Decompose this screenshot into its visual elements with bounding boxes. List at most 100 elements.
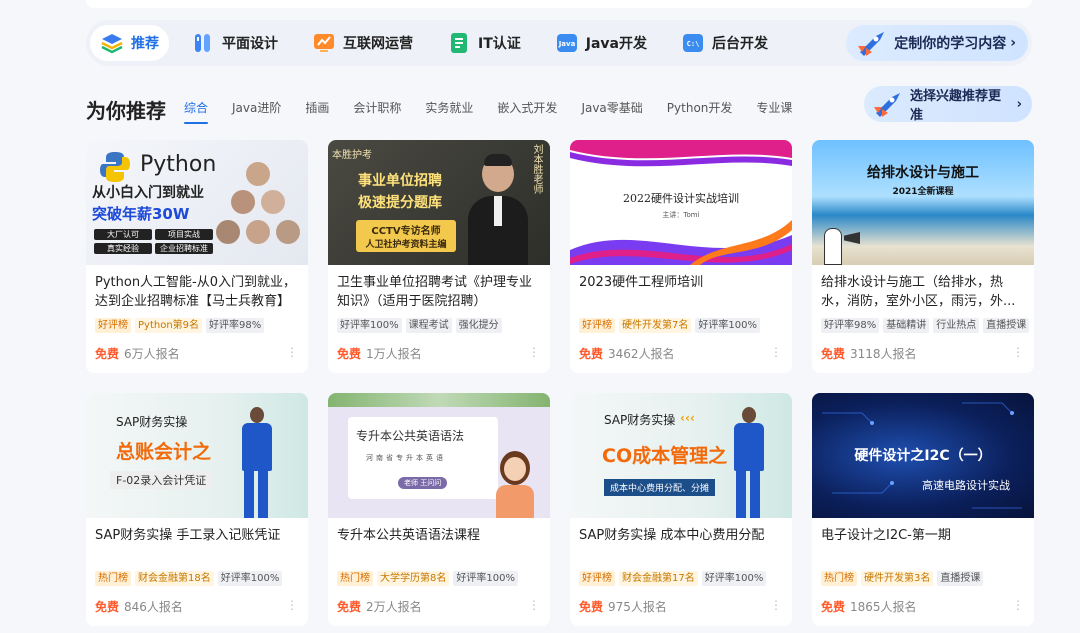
thumb-chips: 大厂认可 项目实战 真实经验 企业招聘标准 — [94, 229, 213, 254]
course-footer: 免费 6万人报名 — [95, 345, 180, 362]
leaf-border — [328, 393, 550, 407]
course-tags: 好评榜 硬件开发第7名 好评率100% — [579, 318, 760, 333]
more-icon[interactable]: ⋮ — [1012, 598, 1024, 612]
enroll-count: 2万人报名 — [366, 600, 422, 614]
course-card[interactable]: SAP财务实操 总账会计之 F-02录入会计凭证 SAP财务实操 手工录入记账凭… — [86, 393, 308, 626]
course-thumbnail: 专升本公共英语语法 河南省专升本英语 老师 王问问 — [328, 393, 550, 518]
tab-java-advanced[interactable]: Java进阶 — [232, 99, 281, 122]
price: 免费 — [579, 600, 604, 614]
tab-python-dev[interactable]: Python开发 — [667, 99, 733, 122]
course-title: SAP财务实操 成本中心费用分配 — [579, 528, 765, 543]
enroll-count: 3118人报名 — [850, 347, 917, 361]
tag: 好评率100% — [217, 571, 283, 586]
course-tags: 好评榜 Python第9名 好评率98% — [95, 318, 265, 333]
rocket-icon — [870, 89, 904, 119]
more-icon[interactable]: ⋮ — [528, 345, 540, 359]
chevron-right-icon: › — [1010, 35, 1016, 51]
course-tags: 热门榜 财会金融第18名 好评率100% — [95, 571, 283, 586]
price: 免费 — [95, 347, 120, 361]
tag: 硬件开发第7名 — [619, 318, 692, 333]
tag: 大学学历第8名 — [377, 571, 450, 586]
pen-tools-icon — [191, 31, 215, 55]
more-icon[interactable]: ⋮ — [286, 345, 298, 359]
thumb-line1: 给排水设计与施工 — [867, 165, 979, 181]
course-title: SAP财务实操 手工录入记账凭证 — [95, 528, 281, 543]
course-title: Python人工智能-从0入门到就业，达到企业招聘标准【马士兵教育】 — [95, 275, 297, 309]
tag: 硬件开发第3名 — [861, 571, 934, 586]
price: 免费 — [821, 600, 846, 614]
tab-java-beginner[interactable]: Java零基础 — [581, 99, 642, 122]
chevrons-icon: ‹‹‹ — [680, 411, 695, 425]
thumb-line1: 硬件设计之I2C（一） — [854, 448, 992, 464]
tab-professional-course[interactable]: 专业课 — [756, 99, 792, 122]
course-card[interactable]: 专升本公共英语语法 河南省专升本英语 老师 王问问 专升本公共英语语法课程 热门… — [328, 393, 550, 626]
more-icon[interactable]: ⋮ — [770, 598, 782, 612]
enroll-count: 975人报名 — [608, 600, 667, 614]
tab-practical-employment[interactable]: 实务就业 — [425, 99, 473, 122]
more-icon[interactable]: ⋮ — [1012, 345, 1024, 359]
course-tags: 好评率98% 基础精讲 行业热点 直播授课 — [821, 318, 1030, 333]
megaphone-icon — [844, 232, 860, 244]
tag: 直播授课 — [937, 571, 984, 586]
thumb-banner: CCTV专访名师 人卫社护考资料主编 — [356, 220, 456, 252]
growth-chart-icon — [312, 31, 336, 55]
tab-embedded-dev[interactable]: 嵌入式开发 — [497, 99, 557, 122]
price: 免费 — [337, 600, 362, 614]
terminal-icon: C:\ — [681, 31, 705, 55]
thumb-line2: 总账会计之 — [116, 441, 212, 463]
tag: 好评率100% — [701, 571, 767, 586]
interest-select-button[interactable]: 选择兴趣推荐更准 › — [864, 86, 1032, 123]
enroll-count: 3462人报名 — [608, 347, 675, 361]
person-with-megaphone — [824, 228, 842, 265]
chevron-right-icon: › — [1016, 96, 1022, 112]
course-tags: 热门榜 硬件开发第3名 直播授课 — [821, 571, 984, 586]
rocket-icon — [854, 28, 888, 58]
tab-all[interactable]: 综合 — [184, 99, 209, 124]
price: 免费 — [337, 347, 362, 361]
tag: 直播授课 — [983, 318, 1030, 333]
tab-illustration[interactable]: 插画 — [305, 99, 329, 122]
tag: 热门榜 — [95, 571, 131, 586]
category-java-dev[interactable]: Java Java开发 — [543, 25, 659, 61]
course-card[interactable]: Python 从小白入门到就业 突破年薪30W 大厂认可 项目实战 真实经验 企… — [86, 140, 308, 373]
course-footer: 免费 3118人报名 — [821, 345, 917, 362]
course-card[interactable]: 给排水设计与施工 2021全新课程 给排水设计与施工（给排水，热水，消防，室外小… — [812, 140, 1034, 373]
category-graphic-design[interactable]: 平面设计 — [179, 25, 290, 61]
tag: 好评率100% — [337, 318, 402, 333]
tag: 好评率98% — [821, 318, 880, 333]
tag: 好评榜 — [579, 571, 615, 586]
more-icon[interactable]: ⋮ — [770, 345, 782, 359]
customize-learning-button[interactable]: 定制你的学习内容 › — [846, 25, 1028, 61]
certificate-icon — [447, 31, 471, 55]
course-footer: 免费 2万人报名 — [337, 598, 422, 615]
price: 免费 — [95, 600, 120, 614]
thumb-line3: F-02录入会计凭证 — [110, 471, 213, 489]
course-card[interactable]: 本胜护考 刘本胜老师 事业单位招聘 极速提分题库 CCTV专访名师 人卫社护考资… — [328, 140, 550, 373]
course-card[interactable]: 硬件设计之I2C（一） 高速电路设计实战 电子设计之I2C-第一期 热门榜 硬件… — [812, 393, 1034, 626]
course-thumbnail: 本胜护考 刘本胜老师 事业单位招聘 极速提分题库 CCTV专访名师 人卫社护考资… — [328, 140, 550, 265]
enroll-count: 6万人报名 — [124, 347, 180, 361]
tab-accounting-title[interactable]: 会计职称 — [353, 99, 401, 122]
tag: 好评榜 — [579, 318, 615, 333]
category-it-certification[interactable]: IT认证 — [435, 25, 533, 61]
more-icon[interactable]: ⋮ — [528, 598, 540, 612]
course-footer: 免费 3462人报名 — [579, 345, 675, 362]
thumb-line2: 极速提分题库 — [358, 195, 442, 211]
course-title: 2023硬件工程师培训 — [579, 275, 704, 290]
category-recommend[interactable]: 推荐 — [90, 25, 169, 61]
student-illustration — [492, 451, 538, 518]
category-backend-dev[interactable]: C:\ 后台开发 — [669, 25, 780, 61]
more-icon[interactable]: ⋮ — [286, 598, 298, 612]
tag: 强化提分 — [455, 318, 502, 333]
section-title: 为你推荐 — [86, 99, 166, 123]
thumb-line1: SAP财务实操 — [604, 413, 676, 427]
course-card[interactable]: SAP财务实操 ‹‹‹ CO成本管理之 成本中心费用分配、分摊 SAP财务实操 … — [570, 393, 792, 626]
category-internet-operation[interactable]: 互联网运营 — [300, 25, 425, 61]
tag: 财会金融第17名 — [619, 571, 698, 586]
course-title: 给排水设计与施工（给排水，热水，消防，室外小区，雨污，外... — [821, 275, 1016, 309]
tag: 课程考试 — [405, 318, 452, 333]
thumb-line2: 高速电路设计实战 — [922, 479, 1010, 492]
thumb-line1: 事业单位招聘 — [358, 173, 442, 189]
course-title: 电子设计之I2C-第一期 — [821, 528, 951, 543]
course-card[interactable]: 2022硬件设计实战培训 主讲：Tomi 2023硬件工程师培训 好评榜 硬件开… — [570, 140, 792, 373]
